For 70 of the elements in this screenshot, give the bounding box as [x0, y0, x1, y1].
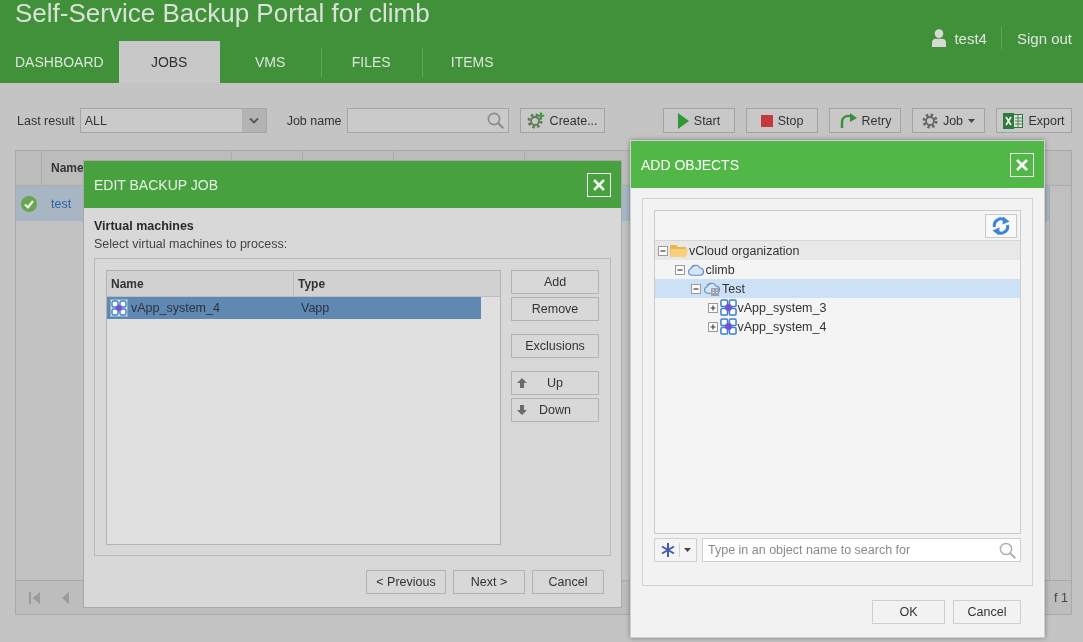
- dialog-button[interactable]: Remove: [511, 297, 599, 321]
- dialog-button[interactable]: Add: [511, 270, 599, 294]
- app-grid-icon: [719, 299, 737, 316]
- refresh-icon: [991, 215, 1011, 236]
- expand-icon[interactable]: [707, 321, 718, 332]
- nav-tab[interactable]: JOBS: [118, 41, 220, 83]
- tree-item[interactable]: vApp_system_3: [655, 298, 1020, 317]
- gear-icon: [921, 112, 938, 129]
- collapse-icon[interactable]: [658, 245, 668, 256]
- column-header[interactable]: Name: [107, 271, 294, 296]
- app-title: Self-Service Backup Portal for climb: [15, 0, 430, 27]
- tree-item[interactable]: vApp_system_4: [655, 317, 1020, 336]
- asterisk-icon: [660, 543, 675, 557]
- dialog-button[interactable]: OK: [872, 599, 945, 624]
- table-cell-text: vApp_system_4: [131, 301, 221, 315]
- dialog-button[interactable]: Cancel: [532, 569, 604, 594]
- section-title: Virtual machines: [94, 218, 195, 235]
- table-row[interactable]: vApp_system_4 Vapp: [107, 297, 481, 319]
- stop-icon: [760, 114, 773, 127]
- tree-item[interactable]: Test: [655, 279, 1020, 298]
- last-result-select[interactable]: ALL: [79, 108, 267, 133]
- folder-icon: [670, 243, 688, 258]
- caret-icon: [683, 548, 691, 552]
- collapse-icon[interactable]: [674, 264, 685, 275]
- retry-icon: [838, 112, 857, 129]
- spreadsheet-icon: [1003, 112, 1024, 129]
- up-arrow-icon: [517, 378, 527, 388]
- section-hint: Select virtual machines to process:: [94, 236, 289, 253]
- toolbar-button[interactable]: Export: [996, 108, 1072, 133]
- app-grid-icon: [719, 318, 737, 335]
- dialog-title: EDIT BACKUP JOB: [94, 176, 218, 193]
- tree-item[interactable]: vCloud organization: [655, 241, 1020, 260]
- dialog-button[interactable]: Up: [511, 371, 599, 395]
- column-header[interactable]: Type: [294, 271, 326, 296]
- dialog-button[interactable]: Exclusions: [511, 334, 599, 358]
- last-result-label: Last result: [17, 113, 75, 128]
- dialog-button[interactable]: Next >: [453, 569, 525, 594]
- close-icon: [593, 178, 605, 191]
- toolbar-button[interactable]: Stop: [746, 108, 818, 133]
- dialog-title: ADD OBJECTS: [641, 156, 739, 173]
- dialog-button[interactable]: Down: [511, 398, 599, 422]
- play-icon: [677, 112, 689, 129]
- app-grid-icon: [110, 299, 128, 317]
- close-button[interactable]: [587, 172, 611, 197]
- toolbar-button[interactable]: Start: [663, 108, 735, 133]
- page-count-text: f 1: [1054, 590, 1068, 605]
- search-icon: [999, 542, 1016, 559]
- dialog-button[interactable]: < Previous: [366, 569, 446, 594]
- caret-icon: [968, 118, 976, 123]
- object-type-button[interactable]: [654, 538, 697, 562]
- user-icon: [932, 29, 947, 47]
- gear-icon: [526, 111, 545, 130]
- cloud-icon: [686, 263, 705, 276]
- dialog-button[interactable]: Cancel: [953, 599, 1021, 624]
- toolbar-button[interactable]: Retry: [829, 108, 901, 133]
- job-name-label: Job name: [286, 113, 342, 128]
- toolbar-button[interactable]: Job: [912, 108, 985, 133]
- close-icon: [1016, 158, 1028, 171]
- down-arrow-icon: [517, 405, 527, 415]
- refresh-button[interactable]: [985, 213, 1017, 238]
- object-search-field[interactable]: Type in an object name to search for: [702, 538, 1021, 562]
- search-icon: [486, 112, 504, 129]
- expand-icon[interactable]: [707, 302, 718, 313]
- tree-item[interactable]: climb: [655, 260, 1020, 279]
- collapse-icon[interactable]: [691, 283, 701, 294]
- table-cell-text: Vapp: [300, 301, 330, 315]
- create-button[interactable]: Create...: [519, 108, 605, 133]
- cloud-building-icon: [703, 281, 721, 296]
- job-name-field[interactable]: [346, 108, 509, 133]
- close-button[interactable]: [1010, 152, 1034, 177]
